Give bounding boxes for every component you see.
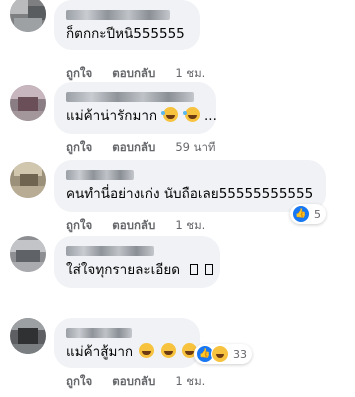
like-button[interactable]: ถูกใจ — [66, 217, 92, 235]
avatar[interactable] — [10, 0, 46, 32]
comment-actions: ถูกใจ ตอบกลับ 59 นาที — [66, 139, 232, 157]
comment-item: แม่ค้าสู้มาก 👍 33 ถูกใจ ตอบกลับ 1 ชม. — [0, 318, 355, 397]
comment-text: ก็ตกกะปีหนิ555555 — [66, 26, 185, 42]
avatar[interactable] — [10, 318, 46, 354]
timestamp[interactable]: 1 ชม. — [175, 217, 205, 235]
avatar[interactable] — [10, 162, 46, 198]
author-name-redacted[interactable] — [66, 10, 170, 20]
reaction-count: 33 — [233, 347, 247, 361]
reaction-summary[interactable]: 👍 5 — [290, 204, 326, 224]
comment-bubble: ก็ตกกะปีหนิ555555 — [54, 0, 200, 50]
reaction-summary[interactable]: 👍 33 — [194, 344, 252, 364]
comment-actions: ถูกใจ ตอบกลับ 1 ชม. — [66, 217, 221, 235]
comment-bubble: แม่ค้าสู้มาก — [54, 318, 200, 368]
comment-text: แม่ค้าน่ารักมาก — [66, 108, 158, 124]
comment-text-line: แม่ค้าสู้มาก — [66, 343, 197, 361]
comment-actions: ถูกใจ ตอบกลับ 1 ชม. — [66, 65, 221, 83]
missing-glyph-box — [204, 264, 213, 275]
reply-button[interactable]: ตอบกลับ — [112, 65, 155, 83]
avatar[interactable] — [10, 85, 46, 121]
comment-actions: ถูกใจ ตอบกลับ 1 ชม. — [66, 373, 221, 391]
reply-button[interactable]: ตอบกลับ — [112, 373, 155, 391]
grinning-emoji — [139, 343, 155, 358]
comment-bubble: คนทำนี่อย่างเก่ง นับถือเลย55555555555 — [54, 160, 326, 212]
comment-text: แม่ค้าสู้มาก — [66, 344, 134, 360]
grinning-emoji — [160, 343, 176, 358]
comment-thread: ก็ตกกะปีหนิ555555 ถูกใจ ตอบกลับ 1 ชม. แม… — [0, 0, 355, 397]
timestamp[interactable]: 1 ชม. — [175, 373, 205, 391]
avatar[interactable] — [10, 236, 46, 272]
author-name-redacted[interactable] — [66, 328, 132, 338]
author-name-redacted[interactable] — [66, 246, 154, 256]
reply-button[interactable]: ตอบกลับ — [112, 139, 155, 157]
timestamp[interactable]: 59 นาที — [175, 139, 215, 157]
author-name-redacted[interactable] — [66, 170, 134, 180]
author-name-redacted[interactable] — [66, 92, 194, 102]
comment-text: ใส่ใจทุกรายละเอียด — [66, 262, 181, 278]
comment-text-line: ใส่ใจทุกรายละเอียด — [66, 261, 213, 279]
rolling-laughing-emoji — [182, 107, 200, 122]
reply-button[interactable]: ตอบกลับ — [112, 217, 155, 235]
comment-item: ใส่ใจทุกรายละเอียด — [0, 236, 355, 296]
comment-item: คนทำนี่อย่างเก่ง นับถือเลย55555555555 👍 … — [0, 160, 355, 238]
like-button[interactable]: ถูกใจ — [66, 139, 92, 157]
comment-bubble: ใส่ใจทุกรายละเอียด — [54, 236, 220, 288]
missing-glyph-box — [190, 264, 199, 275]
like-button[interactable]: ถูกใจ — [66, 65, 92, 83]
comment-bubble: แม่ค้าน่ารักมาก ... — [54, 82, 217, 134]
like-button[interactable]: ถูกใจ — [66, 373, 92, 391]
rolling-laughing-emoji — [161, 107, 179, 122]
comment-text: คนทำนี่อย่างเก่ง นับถือเลย55555555555 — [66, 186, 314, 202]
comment-text-line: แม่ค้าน่ารักมาก ... — [66, 107, 217, 125]
comment-item: แม่ค้าน่ารักมาก ... ถูกใจ ตอบกลับ 59 นาท… — [0, 82, 355, 160]
like-icon: 👍 — [292, 205, 310, 223]
truncation-ellipsis: ... — [204, 108, 217, 124]
reaction-count: 5 — [314, 207, 321, 221]
comment-item: ก็ตกกะปีหนิ555555 ถูกใจ ตอบกลับ 1 ชม. — [0, 0, 355, 82]
timestamp[interactable]: 1 ชม. — [175, 65, 205, 83]
haha-icon — [211, 345, 229, 363]
